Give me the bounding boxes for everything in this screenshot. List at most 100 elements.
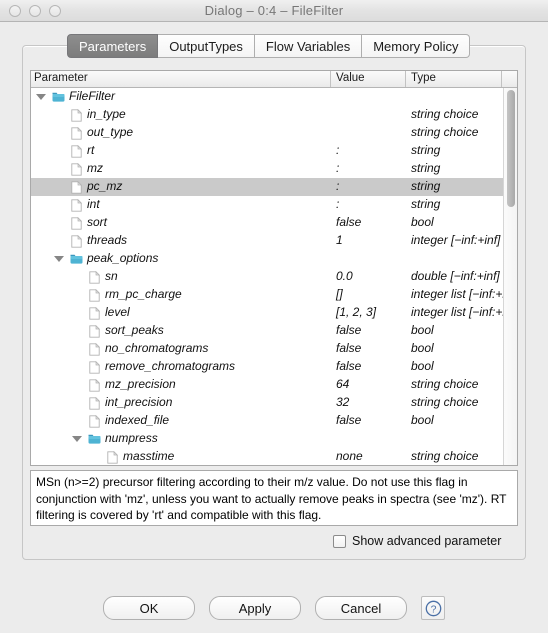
parameter-value[interactable]: : — [336, 161, 339, 175]
parameter-name: out_type — [87, 125, 134, 139]
tab-label: OutputTypes — [169, 38, 243, 54]
table-body: FileFilter in_type string choice out_type st… — [31, 88, 517, 465]
table-row[interactable]: mz_precision 64 string choice — [31, 376, 517, 394]
parameter-name: FileFilter — [69, 89, 116, 103]
window-titlebar: Dialog – 0:4 – FileFilter — [0, 0, 548, 22]
parameter-name: masstime — [123, 449, 175, 463]
parameter-value[interactable]: false — [336, 323, 361, 337]
parameter-value[interactable]: none — [336, 449, 363, 463]
expand-collapse-triangle-icon[interactable] — [72, 436, 82, 442]
table-row[interactable]: in_type string choice — [31, 106, 517, 124]
apply-button[interactable]: Apply — [209, 596, 301, 620]
column-header-type[interactable]: Type — [411, 72, 436, 84]
table-row[interactable]: out_type string choice — [31, 124, 517, 142]
table-row[interactable]: pc_mz: string — [31, 178, 517, 196]
parameter-value[interactable]: 1 — [336, 233, 343, 247]
parameter-type: bool — [411, 215, 434, 229]
table-row[interactable]: sort false bool — [31, 214, 517, 232]
table-row[interactable]: int_precision 32 string choice — [31, 394, 517, 412]
parameter-value[interactable]: [1, 2, 3] — [336, 305, 376, 319]
parameter-name: remove_chromatograms — [105, 359, 236, 373]
table-row[interactable]: level [1, 2, 3] integer list [−inf:+inf] — [31, 304, 517, 322]
parameter-type: bool — [411, 341, 434, 355]
table-row[interactable]: mz: string — [31, 160, 517, 178]
table-row[interactable]: rm_pc_charge [] integer list [−inf:+inf] — [31, 286, 517, 304]
parameter-value[interactable]: false — [336, 413, 361, 427]
table-row[interactable]: remove_chromatograms false bool — [31, 358, 517, 376]
column-header-value[interactable]: Value — [336, 72, 365, 84]
table-row[interactable]: numpress — [31, 430, 517, 448]
table-row[interactable]: FileFilter — [31, 88, 517, 106]
table-row[interactable]: rt: string — [31, 142, 517, 160]
tab-memory-policy[interactable]: Memory Policy — [362, 34, 471, 58]
column-divider-0[interactable] — [330, 71, 331, 87]
table-row[interactable]: threads 1 integer [−inf:+inf] — [31, 232, 517, 250]
parameter-name: pc_mz — [87, 179, 123, 193]
file-icon — [88, 342, 101, 356]
tab-flow-variables[interactable]: Flow Variables — [254, 34, 363, 58]
parameter-value[interactable]: [] — [336, 287, 343, 301]
table-row[interactable]: no_chromatograms false bool — [31, 340, 517, 358]
help-button[interactable]: ? — [421, 596, 445, 620]
file-icon — [70, 108, 83, 122]
checkbox-label: Show advanced parameter — [352, 534, 502, 548]
svg-text:?: ? — [430, 603, 436, 615]
parameter-name: rt — [87, 143, 95, 157]
show-advanced-parameter-checkbox[interactable]: Show advanced parameter — [333, 534, 501, 548]
file-icon — [88, 270, 101, 284]
parameter-value[interactable]: false — [336, 359, 361, 373]
parameter-type: bool — [411, 413, 434, 427]
parameter-type: integer [−inf:+inf] — [411, 233, 501, 247]
parameter-value[interactable]: : — [336, 179, 339, 193]
parameter-name: int_precision — [105, 395, 173, 409]
parameter-type: string choice — [411, 125, 479, 139]
ok-button[interactable]: OK — [103, 596, 195, 620]
table-row[interactable]: sn 0.0 double [−inf:+inf] — [31, 268, 517, 286]
file-icon — [88, 324, 101, 338]
tab-outputtypes[interactable]: OutputTypes — [158, 34, 255, 58]
folder-icon — [70, 253, 83, 266]
question-mark-icon: ? — [425, 600, 441, 616]
parameter-type: string choice — [411, 449, 479, 463]
parameter-name: indexed_file — [105, 413, 170, 427]
parameter-name: peak_options — [87, 251, 159, 265]
parameter-type: string — [411, 143, 441, 157]
file-icon — [70, 162, 83, 176]
parameter-value[interactable]: : — [336, 197, 339, 211]
parameter-type: integer list [−inf:+inf] — [411, 287, 517, 301]
column-divider-1[interactable] — [405, 71, 406, 87]
file-icon — [70, 180, 83, 194]
parameter-value[interactable]: false — [336, 341, 361, 355]
parameter-value[interactable]: 0.0 — [336, 269, 353, 283]
parameter-name: mz — [87, 161, 103, 175]
table-row[interactable]: masstime none string choice — [31, 448, 517, 465]
table-row[interactable]: peak_options — [31, 250, 517, 268]
parameter-tree-table[interactable]: Parameter Value Type FileFilter in_type stri… — [30, 70, 518, 466]
parameter-name: int — [87, 197, 100, 211]
expand-collapse-triangle-icon[interactable] — [36, 94, 46, 100]
parameter-name: numpress — [105, 431, 158, 445]
parameter-type: string choice — [411, 377, 479, 391]
parameter-value[interactable]: 32 — [336, 395, 349, 409]
parameter-value[interactable]: false — [336, 215, 361, 229]
table-row[interactable]: indexed_file false bool — [31, 412, 517, 430]
table-row[interactable]: sort_peaks false bool — [31, 322, 517, 340]
table-row[interactable]: int: string — [31, 196, 517, 214]
vertical-scrollbar[interactable] — [503, 88, 517, 465]
tab-parameters[interactable]: Parameters — [67, 34, 159, 58]
file-icon — [88, 288, 101, 302]
expand-collapse-triangle-icon[interactable] — [54, 256, 64, 262]
parameter-type: string — [411, 197, 441, 211]
folder-icon — [88, 433, 101, 446]
folder-icon — [52, 91, 65, 104]
parameter-value[interactable]: : — [336, 143, 339, 157]
parameter-value[interactable]: 64 — [336, 377, 349, 391]
cancel-button[interactable]: Cancel — [315, 596, 407, 620]
scrollbar-thumb[interactable] — [507, 90, 515, 207]
column-header-parameter[interactable]: Parameter — [34, 72, 88, 84]
checkbox-box[interactable] — [333, 534, 346, 548]
file-icon — [88, 306, 101, 320]
parameter-name: threads — [87, 233, 128, 247]
tab-label: Memory Policy — [373, 38, 459, 54]
column-divider-2[interactable] — [501, 71, 502, 87]
